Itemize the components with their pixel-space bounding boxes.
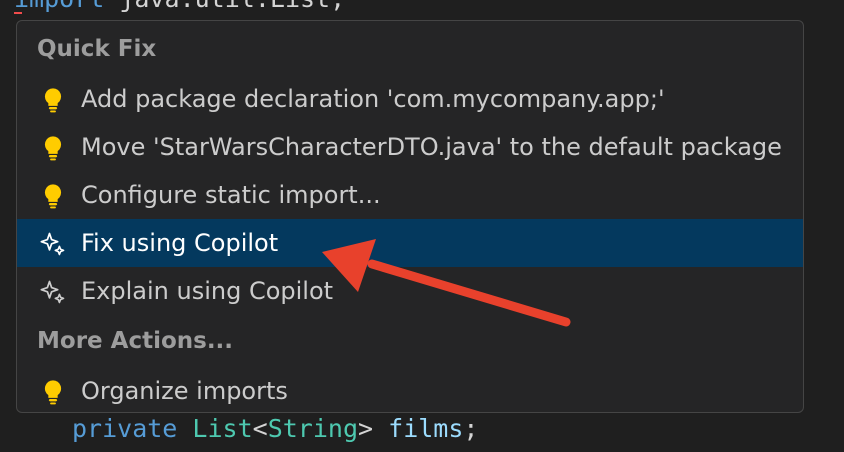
code-punct: ; — [463, 414, 479, 443]
code-keyword: import — [14, 0, 104, 13]
code-line-import: import java.util.List; — [14, 0, 345, 14]
code-type: List — [192, 414, 253, 443]
lightbulb-icon — [44, 88, 62, 113]
error-squiggle — [14, 9, 22, 14]
code-type: String — [267, 414, 359, 443]
quick-fix-item-label: Organize imports — [81, 377, 288, 405]
code-line-field: private List<String> films; — [72, 414, 478, 444]
quick-fix-item-move-to-default-package[interactable]: Move 'StarWarsCharacterDTO.java' to the … — [17, 123, 803, 171]
quick-fix-item-organize-imports[interactable]: Organize imports — [17, 367, 803, 415]
lightbulb-icon — [44, 136, 62, 161]
quick-fix-item-configure-static-import[interactable]: Configure static import... — [17, 171, 803, 219]
code-variable: films — [388, 414, 464, 443]
quick-fix-item-label: Configure static import... — [81, 181, 381, 209]
sparkle-icon — [40, 232, 65, 256]
lightbulb-icon — [44, 184, 62, 209]
code-punct: > — [358, 414, 374, 443]
quick-fix-menu: Quick Fix Add package declaration 'com.m… — [16, 20, 804, 413]
more-actions-header: More Actions... — [37, 328, 234, 354]
quick-fix-item-fix-using-copilot[interactable]: Fix using Copilot — [17, 219, 803, 267]
code-keyword: private — [72, 414, 178, 443]
sparkle-icon — [40, 280, 65, 304]
quick-fix-item-label: Add package declaration 'com.mycompany.a… — [81, 85, 665, 113]
quick-fix-item-label: Explain using Copilot — [81, 277, 334, 305]
quick-fix-item-label: Fix using Copilot — [81, 229, 279, 257]
quick-fix-item-add-package[interactable]: Add package declaration 'com.mycompany.a… — [17, 75, 803, 123]
lightbulb-icon — [44, 380, 62, 405]
quick-fix-header: Quick Fix — [37, 36, 157, 62]
quick-fix-item-label: Move 'StarWarsCharacterDTO.java' to the … — [81, 133, 782, 161]
quick-fix-item-explain-using-copilot[interactable]: Explain using Copilot — [17, 267, 803, 315]
code-punct: < — [252, 414, 268, 443]
code-text: java.util.List; — [119, 0, 345, 13]
